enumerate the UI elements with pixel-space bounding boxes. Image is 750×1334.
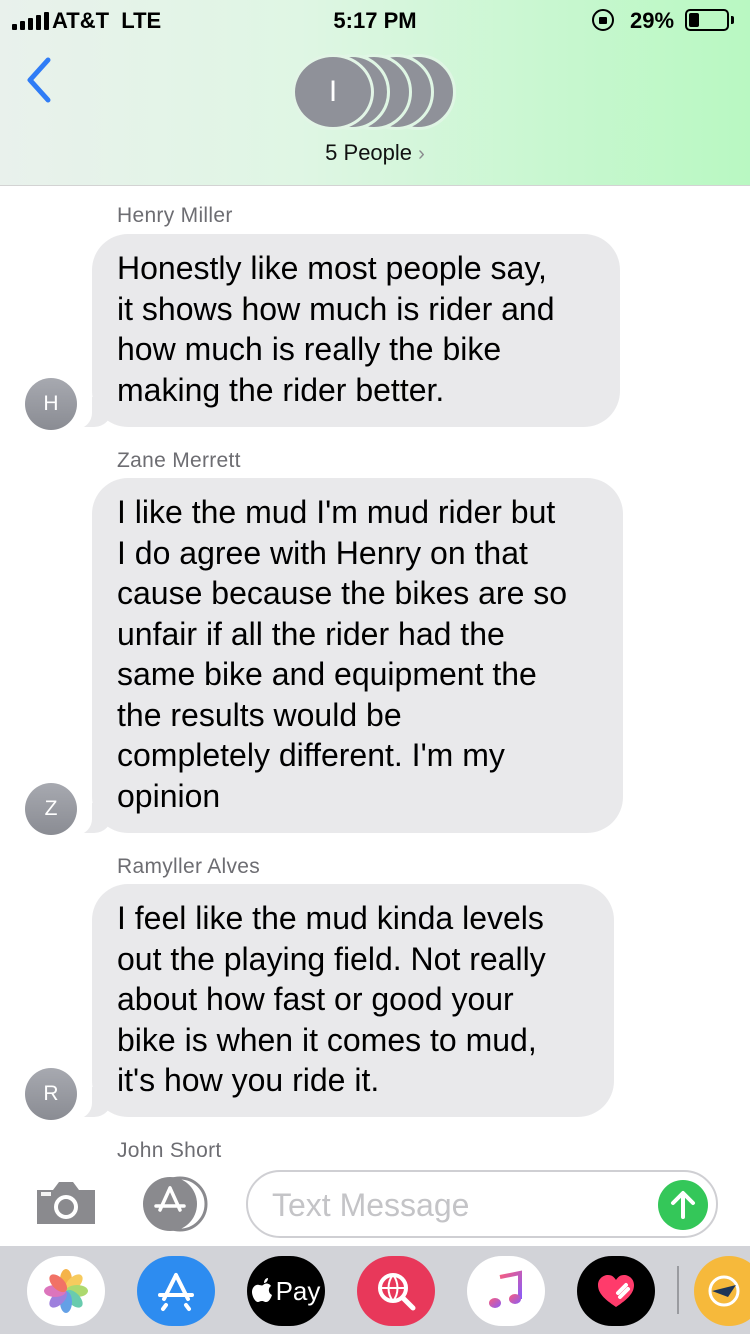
sender-avatar[interactable]: Z bbox=[25, 783, 77, 835]
music-icon[interactable] bbox=[467, 1256, 545, 1326]
message-line: it shows how much is rider and bbox=[117, 290, 555, 327]
battery-icon bbox=[685, 9, 729, 31]
message-line: about how fast or good your bbox=[117, 981, 514, 1017]
message-line: making the rider better. bbox=[117, 371, 445, 408]
message-line: unfair if all the rider had the bbox=[117, 615, 505, 652]
compose-bar bbox=[0, 1158, 750, 1246]
message-line: cause because the bikes are so bbox=[117, 575, 568, 611]
drawer-divider bbox=[677, 1266, 679, 1314]
message-line: completely different. I'm my bbox=[117, 737, 505, 773]
app-store-icon[interactable] bbox=[140, 1176, 212, 1232]
digital-touch-icon[interactable] bbox=[577, 1256, 655, 1326]
web-search-icon[interactable] bbox=[357, 1256, 435, 1326]
arrow-up-icon bbox=[671, 1191, 695, 1219]
sender-avatar[interactable]: R bbox=[25, 1068, 77, 1120]
chevron-right-icon: › bbox=[418, 143, 425, 165]
message-bubble[interactable]: Honestly like most people say, it shows … bbox=[68, 234, 620, 429]
message-line: opinion bbox=[117, 777, 221, 814]
message-input-field[interactable] bbox=[246, 1170, 718, 1238]
message-line: same bike and equipment the bbox=[117, 656, 537, 692]
apple-pay-icon[interactable]: Pay bbox=[247, 1256, 325, 1326]
message-bubble[interactable]: I feel like the mud kinda levels out the… bbox=[68, 884, 614, 1119]
sender-name: Henry Miller bbox=[117, 204, 233, 227]
message-bubble[interactable]: I like the mud I'm mud rider but I do ag… bbox=[68, 478, 623, 835]
message-line: I like the mud I'm mud rider but bbox=[117, 494, 556, 530]
message-line: how much is really the bike bbox=[117, 331, 502, 367]
photos-icon[interactable] bbox=[27, 1256, 105, 1326]
conversation-header: AT&T LTE 5:17 PM 29% I 5 People › bbox=[0, 0, 750, 186]
message-input[interactable] bbox=[272, 1182, 642, 1228]
camera-icon[interactable] bbox=[33, 1178, 99, 1228]
app-store-icon[interactable] bbox=[137, 1256, 215, 1326]
message-line: Honestly like most people say, bbox=[117, 250, 547, 286]
status-bar: AT&T LTE 5:17 PM 29% bbox=[0, 0, 750, 40]
send-button[interactable] bbox=[658, 1180, 708, 1230]
people-count-label: 5 People bbox=[325, 140, 413, 165]
message-line: it's how you ride it. bbox=[117, 1062, 380, 1098]
sender-name: Ramyller Alves bbox=[117, 855, 261, 878]
message-line: bike is when it comes to mud, bbox=[117, 1021, 537, 1058]
message-line: the results would be bbox=[117, 696, 402, 733]
group-avatars[interactable]: I bbox=[292, 54, 462, 130]
sender-name: Zane Merrett bbox=[117, 449, 241, 472]
message-line: I feel like the mud kinda levels bbox=[117, 900, 544, 936]
apple-pay-label: Pay bbox=[275, 1275, 321, 1306]
back-chevron-icon[interactable] bbox=[18, 52, 62, 108]
battery-tip bbox=[731, 16, 734, 24]
message-line: I do agree with Henry on that bbox=[117, 534, 528, 571]
partial-app-icon[interactable] bbox=[694, 1256, 750, 1326]
group-details-link[interactable]: 5 People › bbox=[0, 140, 750, 166]
battery-percent: 29% bbox=[630, 8, 675, 33]
apple-logo-icon bbox=[251, 1278, 272, 1302]
rotation-lock-icon bbox=[592, 9, 614, 31]
message-line: out the playing field. Not really bbox=[117, 940, 546, 977]
group-avatar-main: I bbox=[292, 54, 374, 130]
app-drawer: Pay bbox=[0, 1246, 750, 1334]
battery-level bbox=[689, 13, 699, 27]
sender-avatar[interactable]: H bbox=[25, 378, 77, 430]
